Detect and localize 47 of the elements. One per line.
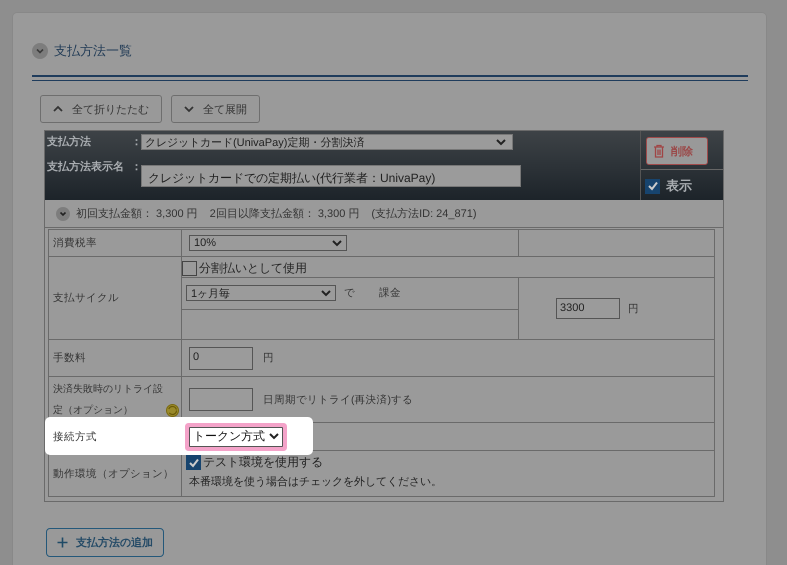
row-label: 決済失敗時のリトライ設定（オプション） — [53, 382, 164, 418]
add-payment-method-button[interactable]: 支払方法の追加 — [46, 528, 164, 557]
row-label: 接続方式 — [53, 430, 97, 442]
row-label: 消費税率 — [53, 237, 97, 249]
chevron-down-icon — [332, 240, 342, 246]
charge-text: 課金 — [379, 286, 401, 300]
currency-text: 円 — [628, 302, 639, 316]
installment-checkbox[interactable] — [182, 261, 197, 276]
row-label: 手数料 — [53, 352, 86, 364]
help-icon[interactable] — [166, 404, 179, 416]
chevron-up-icon — [53, 105, 63, 113]
chevron-down-icon — [321, 290, 331, 296]
expand-all-button[interactable]: 全て展開 — [171, 95, 260, 123]
tax-rate-select[interactable]: 10% — [189, 235, 347, 251]
plus-icon — [57, 537, 68, 548]
section-title: 支払方法一覧 — [54, 42, 132, 60]
field-label: 支払方法表示名 — [47, 160, 125, 174]
colon: ： — [131, 160, 141, 174]
unit-text: で — [344, 286, 355, 300]
fee-field[interactable]: 0 — [189, 346, 253, 370]
cycle-select[interactable]: 1ヶ月毎 — [186, 285, 336, 301]
summary-text: 初回支払金額： 3,300 円 — [76, 206, 198, 221]
colon: ： — [131, 135, 141, 149]
visible-label: 表示 — [666, 177, 692, 195]
chevron-down-icon — [184, 105, 194, 113]
row-label: 動作環境（オプション） — [53, 468, 174, 480]
row-label: 支払サイクル — [53, 292, 119, 304]
chevron-down-icon[interactable] — [56, 206, 70, 220]
test-mode-checkbox[interactable] — [186, 455, 201, 470]
trash-icon — [653, 144, 665, 158]
retry-text: 日周期でリトライ(再決済)する — [263, 392, 413, 406]
summary-text: (支払方法ID: 24_871) — [371, 206, 477, 221]
chevron-down-icon — [269, 433, 279, 440]
checkbox-label: 分割払いとして使用 — [199, 260, 307, 277]
note-text: 本番環境を使う場合はチェックを外してください。 — [188, 474, 443, 489]
checkbox-label: テスト環境を使用する — [203, 454, 323, 471]
chevron-down-icon[interactable] — [32, 43, 48, 59]
field-label: 支払方法 — [47, 134, 92, 149]
display-name-field[interactable]: クレジットカードでの定期払い(代行業者：UnivaPay) — [141, 165, 521, 187]
currency-text: 円 — [263, 351, 274, 365]
chevron-down-icon — [496, 138, 506, 146]
collapse-all-button[interactable]: 全て折りたたむ — [40, 95, 162, 123]
retry-days-field[interactable] — [189, 388, 253, 411]
amount-field[interactable]: 3300 — [556, 298, 620, 319]
payment-method-select[interactable]: クレジットカード(UnivaPay)定期・分割決済 — [141, 134, 513, 150]
visible-checkbox[interactable] — [645, 178, 660, 194]
summary-text: 2回目以降支払金額： 3,300 円 — [210, 206, 360, 221]
